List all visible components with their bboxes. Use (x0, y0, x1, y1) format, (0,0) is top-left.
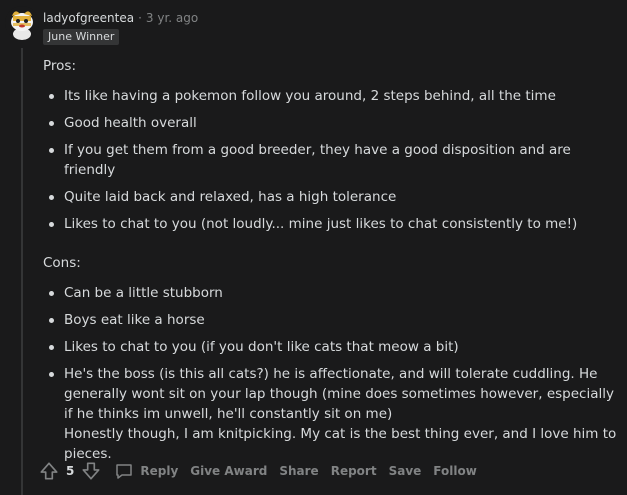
separator-dot: · (138, 11, 142, 25)
list-item-text: He's the boss (is this all cats?) he is … (64, 366, 614, 422)
list-item: Good health overall (43, 113, 623, 133)
give-award-label: Give Award (190, 464, 268, 478)
username[interactable]: ladyofgreentea (43, 11, 134, 25)
give-award-button[interactable]: Give Award (190, 464, 267, 478)
timestamp[interactable]: 3 yr. ago (146, 11, 198, 25)
list-item: Boys eat like a horse (43, 310, 623, 330)
cons-heading: Cons: (43, 255, 81, 271)
list-item: Likes to chat to you (if you don't like … (43, 337, 623, 357)
list-item: Its like having a pokemon follow you aro… (43, 86, 623, 106)
avatar[interactable] (5, 6, 39, 40)
list-item: Can be a little stubborn (43, 283, 623, 303)
list-item: Quite laid back and relaxed, has a high … (43, 187, 623, 207)
reply-button[interactable]: Reply (114, 461, 178, 481)
pros-list: Its like having a pokemon follow you aro… (43, 86, 623, 234)
follow-button[interactable]: Follow (433, 464, 477, 478)
comment-header: ladyofgreentea · 3 yr. ago (43, 9, 198, 27)
pros-heading: Pros: (43, 58, 76, 74)
list-item: He's the boss (is this all cats?) he is … (43, 364, 623, 464)
arrow-down-icon[interactable] (80, 460, 102, 482)
avatar-snoo-icon (5, 6, 39, 40)
follow-label: Follow (433, 464, 477, 478)
comment-body: Pros: Its like having a pokemon follow y… (43, 53, 623, 464)
thread-line[interactable] (21, 48, 23, 495)
vote-count: 5 (66, 464, 75, 478)
user-flair: June Winner (43, 29, 120, 45)
list-item: Likes to chat to you (not loudly... mine… (43, 214, 623, 234)
cons-list: Can be a little stubborn Boys eat like a… (43, 283, 623, 464)
report-button[interactable]: Report (331, 464, 377, 478)
closing-text: Honestly though, I am knitpicking. My ca… (64, 426, 617, 462)
comment-actions: 5 Reply Give Award Share Report Save Fol… (38, 459, 477, 483)
share-button[interactable]: Share (279, 464, 318, 478)
save-label: Save (388, 464, 422, 478)
comment-bubble-icon (114, 461, 134, 481)
report-label: Report (330, 464, 377, 478)
list-item: If you get them from a good breeder, the… (43, 140, 623, 180)
share-label: Share (279, 464, 319, 478)
arrow-up-icon[interactable] (38, 460, 60, 482)
reply-label: Reply (140, 464, 179, 478)
save-button[interactable]: Save (389, 464, 422, 478)
